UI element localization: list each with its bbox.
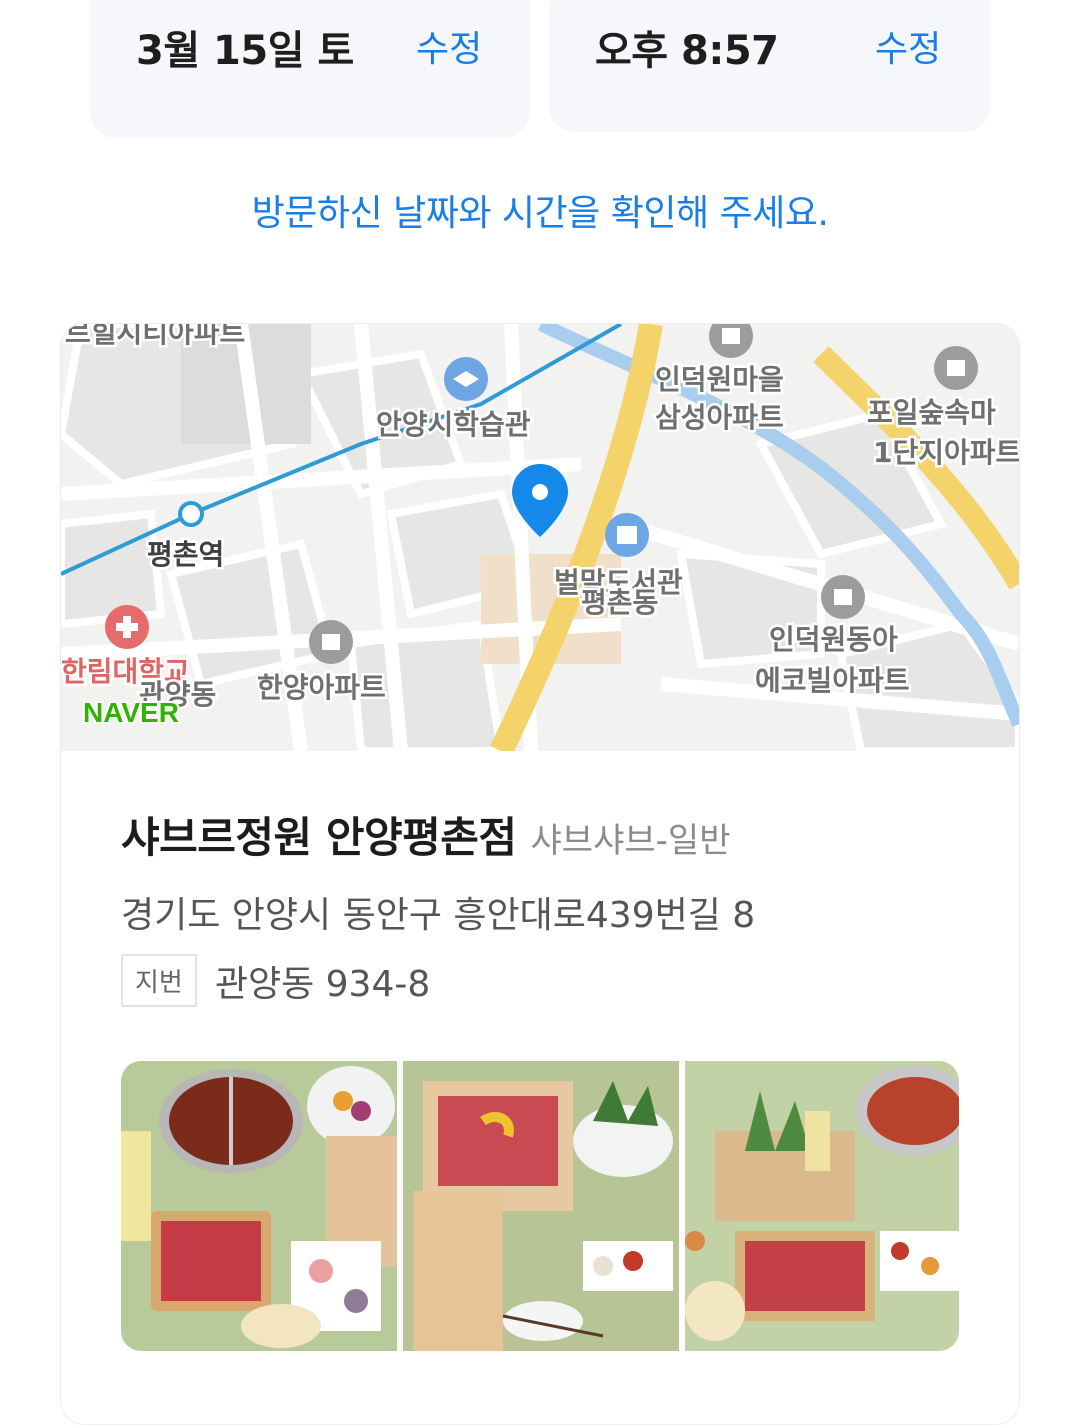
school-icon bbox=[444, 357, 488, 401]
map-label: 삼성아파트 bbox=[655, 401, 784, 434]
map-label: 1단지아파트 bbox=[873, 436, 1019, 469]
hospital-icon bbox=[105, 605, 149, 649]
road-address: 경기도 안양시 동안구 흥안대로439번길 8 bbox=[121, 895, 756, 936]
edit-date-button[interactable]: 수정 bbox=[416, 20, 482, 72]
map-label: 에코빌아파트 bbox=[755, 664, 910, 697]
confirm-notice: 방문하신 날짜와 시간을 확인해 주세요. bbox=[251, 193, 829, 234]
map-label: 한양아파트 bbox=[257, 671, 386, 704]
food-photo[interactable] bbox=[403, 1061, 679, 1351]
map-label: 포일숲속마 bbox=[867, 396, 996, 429]
map-label: 안양시학습관 bbox=[376, 408, 531, 441]
location-map[interactable]: 르힐시티아파트 안양시학습관 인덕원마을 삼성아파트 포일숲속마 1단지아파트 … bbox=[61, 324, 1019, 751]
lot-badge: 지번 bbox=[121, 954, 197, 1007]
subway-station-icon bbox=[178, 501, 204, 527]
place-title-row: 샤브르정원 안양평촌점 샤브샤브-일반 bbox=[121, 804, 730, 865]
lot-address-row: 지번 관양동 934-8 bbox=[121, 954, 430, 1007]
map-label: 평촌동 bbox=[581, 586, 658, 619]
naver-logo: NAVER bbox=[83, 697, 179, 728]
apartment-icon bbox=[309, 620, 353, 664]
map-label: 평촌역 bbox=[147, 538, 224, 571]
map-label: 인덕원동아 bbox=[769, 623, 898, 656]
lot-address: 관양동 934-8 bbox=[214, 963, 431, 1005]
date-box: 3월 15일 토 수정 bbox=[90, 0, 530, 138]
edit-time-button[interactable]: 수정 bbox=[875, 20, 941, 72]
visit-time: 오후 8:57 bbox=[595, 28, 779, 74]
map-label: 인덕원마을 bbox=[655, 363, 784, 396]
photo-gallery bbox=[121, 1061, 959, 1351]
visit-date: 3월 15일 토 bbox=[136, 28, 354, 74]
place-card: 르힐시티아파트 안양시학습관 인덕원마을 삼성아파트 포일숲속마 1단지아파트 … bbox=[60, 323, 1020, 1425]
apartment-icon bbox=[821, 575, 865, 619]
food-photo[interactable] bbox=[121, 1061, 397, 1351]
place-name[interactable]: 샤브르정원 안양평촌점 bbox=[121, 813, 517, 862]
apartment-icon bbox=[934, 346, 978, 390]
food-photo[interactable] bbox=[685, 1061, 959, 1351]
place-category: 샤브샤브-일반 bbox=[530, 821, 731, 861]
map-label: 르힐시티아파트 bbox=[65, 324, 245, 349]
book-icon bbox=[605, 513, 649, 557]
time-box: 오후 8:57 수정 bbox=[549, 0, 990, 132]
